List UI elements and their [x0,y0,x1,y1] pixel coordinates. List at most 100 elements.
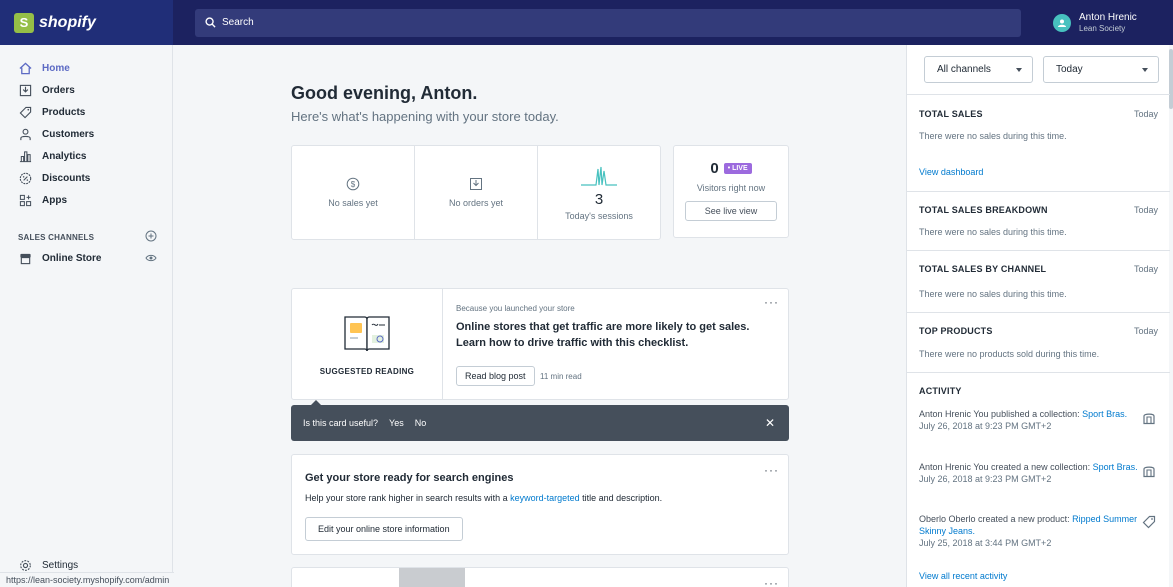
store-icon [18,251,32,265]
channel-select-value: All channels [937,64,991,75]
sidebar-item-discounts[interactable]: Discounts [18,169,90,187]
section-period: Today [1133,326,1158,336]
apps-icon [18,193,32,207]
sidebar-item-analytics[interactable]: Analytics [18,147,86,165]
seo-description: Help your store rank higher in search re… [305,493,662,503]
seo-desc-text: Help your store rank higher in search re… [305,493,511,503]
sidebar-item-label: Online Store [42,252,102,264]
activity-item: Anton Hrenic You created a new collectio… [919,461,1139,485]
suggested-reading-card: SUGGESTED READING Because you launched y… [291,288,789,400]
chevron-down-icon [1142,68,1148,72]
sidebar-item-label: Discounts [42,172,91,184]
user-icon [1058,19,1066,27]
section-period: Today [1133,205,1158,215]
view-dashboard-link[interactable]: View dashboard [919,167,983,177]
orders-stat[interactable]: No orders yet [415,146,538,239]
section-title: TOP PRODUCTS [919,326,993,336]
discount-icon [18,171,32,185]
section-text: There were no products sold during this … [919,349,1100,359]
activity-text: Anton Hrenic You published a collection: [919,409,1083,419]
channel-select[interactable]: All channels [924,56,1033,83]
feedback-question: Is this card useful? [303,418,379,428]
sidebar-item-online-store[interactable]: Online Store [18,249,101,267]
activity-date: July 26, 2018 at 9:23 PM GMT+2 [919,421,1052,431]
shop-name: Lean Society [1079,23,1126,33]
more-options-icon[interactable]: ··· [764,577,779,587]
orders-label: No orders yet [448,198,504,208]
activity-text: Oberlo Oberlo created a new product: [919,514,1073,524]
more-options-icon[interactable]: ··· [764,464,779,476]
total-sales-breakdown-section: TOTAL SALES BREAKDOWN Today There were n… [907,191,1170,250]
tag-icon [1142,515,1156,529]
section-title: TOTAL SALES BREAKDOWN [919,205,1048,215]
feedback-yes-button[interactable]: Yes [389,418,404,428]
sidebar-item-apps[interactable]: Apps [18,191,67,209]
seo-title: Get your store ready for search engines [305,472,514,484]
date-select[interactable]: Today [1043,56,1159,83]
shopify-bag-icon: S [14,12,34,33]
page-title: Good evening, Anton. [291,83,478,103]
sales-stat[interactable]: $ No sales yet [292,146,415,239]
orders-icon [18,83,32,97]
main-content: Good evening, Anton. Here's what's happe… [174,45,906,587]
reading-headline: Online stores that get traffic are more … [456,321,750,349]
view-all-activity-link[interactable]: View all recent activity [919,571,1007,581]
section-title: TOTAL SALES [919,109,983,119]
section-text: There were no sales during this time. [919,131,1067,141]
gear-icon [18,558,32,572]
activity-text: Anton Hrenic You created a new collectio… [919,462,1093,472]
stats-card: $ No sales yet No orders yet 3 Today's s… [291,145,661,240]
sidebar-item-orders[interactable]: Orders [18,81,75,99]
sidebar-item-label: Apps [42,194,67,206]
visitors-label: Visitors right now [696,183,766,193]
edit-store-info-button[interactable]: Edit your online store information [305,517,463,541]
keyword-targeted-link[interactable]: keyword-targeted [510,493,580,503]
section-text: There were no sales during this time. [919,289,1067,299]
sessions-sparkline [581,166,617,186]
activity-date: July 26, 2018 at 9:23 PM GMT+2 [919,474,1052,484]
chevron-down-icon [1016,68,1022,72]
section-period: Today [1133,109,1158,119]
search-icon [205,17,216,28]
close-icon[interactable]: ✕ [765,416,775,430]
activity-link[interactable]: Sport Bras. [1082,409,1127,419]
activity-section: ACTIVITY Anton Hrenic You published a co… [907,372,1170,587]
right-panel: All channels Today TOTAL SALES Today The… [906,45,1173,587]
feedback-pointer [311,400,321,405]
sessions-label: Today's sessions [565,210,633,221]
eye-icon[interactable] [145,252,157,264]
live-badge: • LIVE [723,163,752,174]
search-area: Search [173,0,1045,45]
reading-time: 11 min read [540,372,582,381]
search-input[interactable]: Search [195,8,1021,37]
open-book-icon [344,316,390,352]
user-menu[interactable]: Anton Hrenic Lean Society [1045,0,1173,45]
status-bar-url: https://lean-society.myshopify.com/admin [0,572,177,587]
sidebar-item-customers[interactable]: Customers [18,125,94,143]
read-blog-post-button[interactable]: Read blog post [456,366,535,386]
collection-icon [1143,466,1155,478]
sidebar-item-home[interactable]: Home [18,59,70,77]
collection-icon [1143,413,1155,425]
see-live-view-button[interactable]: See live view [685,201,777,221]
search-placeholder: Search [222,17,254,28]
logo[interactable]: S shopify [0,0,173,45]
sales-channels-title: SALES CHANNELS [18,233,95,242]
sessions-stat[interactable]: 3 Today's sessions [538,146,660,239]
activity-title: ACTIVITY [919,386,962,396]
dollar-icon: $ [346,177,360,191]
top-bar: S shopify Search Anton Hrenic Lean Socie… [0,0,1173,45]
svg-text:$: $ [351,180,356,189]
top-products-section: TOP PRODUCTS Today There were no product… [907,312,1170,372]
total-sales-by-channel-section: TOTAL SALES BY CHANNEL Today There were … [907,250,1170,312]
sidebar-item-products[interactable]: Products [18,103,85,121]
feedback-no-button[interactable]: No [415,418,427,428]
avatar [1053,13,1071,32]
live-view-card: 0 • LIVE Visitors right now See live vie… [673,145,789,238]
activity-link[interactable]: Sport Bras. [1093,462,1138,472]
add-channel-icon[interactable] [145,230,157,242]
customers-icon [18,127,32,141]
more-options-icon[interactable]: ··· [764,296,779,308]
sidebar-item-label: Products [42,106,86,118]
card-feedback-bar: Is this card useful? Yes No ✕ [291,400,789,441]
